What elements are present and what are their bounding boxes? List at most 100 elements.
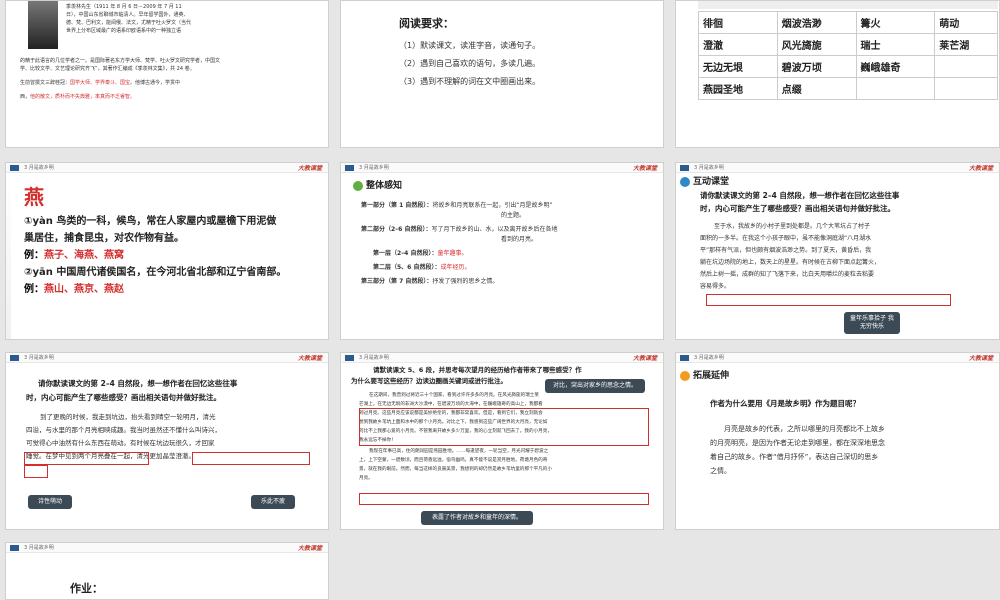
table-row: 徘徊 烟波浩渺 篝火 萌动: [698, 11, 998, 34]
example-words: 燕子、海燕、燕窝: [44, 250, 124, 261]
slide-thumb-2[interactable]: 阅读要求： （1）默读课文，读准字音，读通句子。 （2）遇到自己喜欢的语句，多读…: [340, 0, 664, 148]
slide-thumb-9[interactable]: 3 月是故乡明 大教课堂 拓展延伸 作者为什么要用《月是故乡明》作为题目呢？ 月亮…: [675, 352, 1000, 530]
annotation-box: [359, 408, 649, 446]
slide-header: 3 月是故乡明 大教课堂: [676, 163, 999, 173]
question-line: 请默读课文 5、6 段，并思考每次望月的经历给作者带来了哪些感受？作: [373, 366, 582, 374]
word-cell: 碧波万顷: [776, 55, 857, 78]
example-1: 例：燕子、海燕、燕窝: [24, 247, 322, 264]
question-line: 时，内心可能产生了哪些感受？画出相关语句并做好批注。: [26, 393, 221, 402]
section-title-text: 拓展延伸: [693, 371, 730, 381]
text-line: 至于水，我故乡的小村子里到处都是。几个大苇坑占了村子: [714, 223, 871, 230]
slide-thumb-1[interactable]: 季羡林先生（1911 年 8 月 6 日－2009 年 7 月 11 日），中国…: [5, 0, 329, 148]
header-block-icon: [10, 355, 19, 361]
logo: 大教课堂: [297, 545, 322, 552]
header-tag: 3 月是故乡明: [24, 545, 54, 551]
logo: 大教课堂: [297, 355, 322, 362]
layer-label: 第一层（2–4 自然段）：: [373, 250, 438, 257]
word-cell: 莱芒湖: [934, 33, 998, 56]
honor-text: 国学大师、学界泰斗、国宝: [70, 80, 131, 86]
word-cell: 篝火: [855, 11, 936, 34]
annotation-box: [706, 294, 951, 306]
section-icon: [353, 180, 363, 191]
header-tag: 3 月是故乡明: [359, 165, 389, 171]
bio-line: 的精于此语言的几位学者之一。是国际著名东方学大师、梵学、吐火罗文研究学者，中国文: [20, 58, 221, 64]
word-cell: [855, 77, 936, 100]
bio-line: 德、梵、巴利文，能阅俄、法文，尤精于吐火罗文（当代: [66, 20, 192, 26]
word-cell: [934, 55, 998, 78]
layer-2: 第二层（5、6 自然段）：成年经历。: [361, 263, 653, 273]
bio-line: 日），中国山东省聊城市临清人。早年留学国外，通英、: [66, 12, 189, 18]
part-text-cont: 看到的月亮。: [501, 236, 538, 243]
header-tag: 3 月是故乡明: [24, 355, 54, 361]
example-prefix: 例：: [24, 250, 44, 261]
annotation-box: [359, 493, 649, 505]
word-cell: 巍峨雄奇: [855, 55, 936, 78]
part-2: 第二部分（2–6 自然段）：写了月下故乡的山、水，以及离开故乡后在各地: [361, 225, 653, 235]
text-line: 到了更晚的时候，我走到坑边，抬头看到晴空一轮明月，清光: [40, 413, 216, 421]
header-tag: 3 月是故乡明: [694, 165, 724, 171]
reading-title: 阅读要求：: [399, 17, 454, 30]
meaning-1: ①yàn 鸟类的一科，候鸟，常在人家屋内或屋檐下用泥做: [24, 216, 277, 227]
style-prefix: 西，: [20, 94, 31, 100]
layer-1: 第一层（2–4 自然段）：童年趣事。: [361, 249, 653, 259]
annotation-box: [24, 465, 48, 478]
slide-thumb-6[interactable]: 3 月是故乡明 大教课堂 互动课堂 请你默读课文的第 2–4 自然段，想一想作者在…: [675, 162, 1000, 340]
question-line: 请你默读课文的第 2–4 自然段，想一想作者在回忆这些往事: [38, 379, 238, 388]
slide-thumb-3[interactable]: 徘徊 烟波浩渺 篝火 萌动 澄澈 风光旖旎 瑞士 莱芒湖 无边无垠 碧波万顷 巍…: [675, 0, 1000, 148]
question-line: 请你默读课文的第 2–4 自然段，想一想作者在回忆这些往事: [700, 191, 900, 200]
part-text: 将故乡和月亮联系在一起，引出“月是故乡明”: [432, 202, 553, 209]
section-title-text: 整体感知: [366, 181, 403, 191]
bio-line: 学、比较文学、文艺理论研究齐飞”，其著作汇编成《季羡林文集》，共 24 卷。: [20, 66, 195, 72]
word-cell: 瑞士: [855, 33, 936, 56]
slide-header: 3 月是故乡明 大教课堂: [6, 163, 328, 173]
part-3: 第三部分（第 7 自然段）：抒发了强烈的思乡之情。: [361, 277, 653, 287]
question-line: 作者为什么要用《月是故乡明》作为题目呢？: [710, 399, 860, 408]
annotation-note: 童年乐事拾子 我无穷快乐: [844, 312, 900, 334]
text-line: 月亮是故乡的代表，之所以哪里的月亮都比不上故乡: [724, 425, 885, 433]
question-line: 时，内心可能产生了哪些感受？画出相关语句并做好批注。: [700, 204, 895, 213]
header-block-icon: [10, 545, 19, 551]
text-line: 着自己的故乡。作者“借月抒怀”，表达自己深切的思乡: [710, 453, 879, 461]
part-text-cont: 的主题。: [501, 212, 526, 219]
table-header-strip: [698, 1, 998, 9]
slide-thumb-5[interactable]: 3 月是故乡明 大教课堂 整体感知 第一部分（第 1 自然段）：将故乡和月亮联系在…: [340, 162, 664, 340]
word-table: 徘徊 烟波浩渺 篝火 萌动 澄澈 风光旖旎 瑞士 莱芒湖 无边无垠 碧波万顷 巍…: [698, 11, 998, 100]
text-line: 容易得多。: [700, 283, 731, 290]
text-line: 我现在年事已高，住的朗润园是燕园胜地。……每逢望夜，一轮当空，月光闪耀于碧波之: [369, 449, 549, 454]
style-line: 西，他的散文，质朴而不失典雅，率真而不乏睿智。: [20, 93, 316, 101]
text-line: 平”那样有气派，但也颇有烟波浩渺之势。到了夏天，黄昏后，我: [700, 247, 872, 254]
layer-label: 第二层（5、6 自然段）：: [373, 264, 441, 271]
annotation-note: 表露了作者对故乡和童年的深情。: [421, 511, 533, 525]
logo: 大教课堂: [297, 165, 322, 172]
meaning-2: ②yān 中国周代诸侯国名，在今河北省北部和辽宁省南部。: [24, 267, 287, 278]
bio-line: 世界上分布区域最广的语系印欧语系中的一种独立语: [66, 28, 182, 34]
side-band: [6, 173, 11, 339]
slide-header: 3 月是故乡明 大教课堂: [6, 543, 328, 553]
slide-thumb-8[interactable]: 3 月是故乡明 大教课堂 请默读课文 5、6 段，并思考每次望月的经历给作者带来了…: [340, 352, 664, 530]
slide-thumb-10[interactable]: 3 月是故乡明 大教课堂 作业：: [5, 542, 329, 600]
section-title: 拓展延伸: [680, 369, 987, 383]
text-line: 之情。: [710, 467, 731, 475]
layer-text: 成年经历。: [440, 264, 471, 271]
slide-thumb-4[interactable]: 3 月是故乡明 大教课堂 燕 ①yàn 鸟类的一科，候鸟，常在人家屋内或屋檐下用泥…: [5, 162, 329, 340]
part-label: 第三部分（第 7 自然段）：: [361, 278, 433, 285]
slide-header: 3 月是故乡明 大教课堂: [341, 353, 663, 363]
header-tag: 3 月是故乡明: [694, 355, 724, 361]
section-icon: [680, 370, 690, 381]
slide-header: 3 月是故乡明 大教课堂: [676, 353, 999, 363]
bio-line: 季羡林先生（1911 年 8 月 6 日－2009 年 7 月 11: [66, 4, 182, 10]
word-cell: 澄澈: [698, 33, 778, 56]
text-line: 然后上树一摇，成群的知了飞落下来，比白天用嚼烂的麦粒去粘要: [700, 271, 875, 278]
part-1: 第一部分（第 1 自然段）：将故乡和月亮联系在一起，引出“月是故乡明”: [361, 201, 653, 211]
word-cell: 风光旖旎: [776, 33, 857, 56]
part-text: 写了月下故乡的山、水，以及离开故乡后在各地: [431, 226, 558, 233]
word-cell: 徘徊: [698, 11, 778, 34]
annotation-box: [24, 452, 149, 465]
header-block-icon: [680, 165, 689, 171]
section-title: 整体感知: [353, 179, 651, 193]
header-block-icon: [10, 165, 19, 171]
honor-line: 生前曾撰文三辞桂冠：国学大师、学界泰斗、国宝。他博古通今，学贯中: [20, 79, 316, 87]
slide-thumb-7[interactable]: 3 月是故乡明 大教课堂 请你默读课文的第 2–4 自然段，想一想作者在回忆这些往…: [5, 352, 329, 530]
example-words: 燕山、燕京、燕赵: [44, 284, 124, 295]
slide-header: 3 月是故乡明 大教课堂: [341, 163, 663, 173]
